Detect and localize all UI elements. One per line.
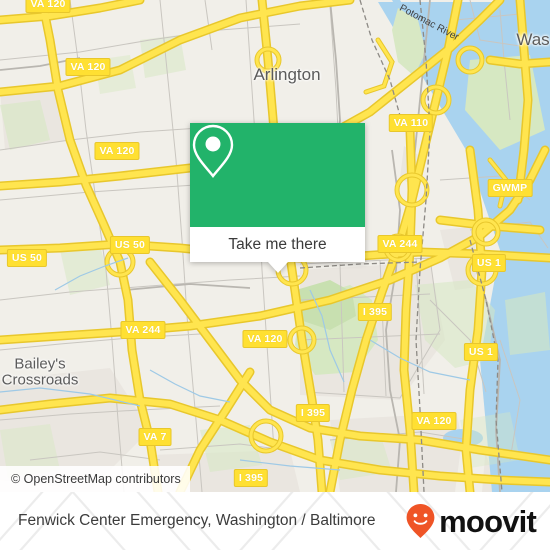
road-shield: US 50: [6, 249, 48, 267]
location-title: Fenwick Center Emergency, Washington / B…: [18, 512, 376, 530]
moovit-map-screenshot: Arlington Was Bailey's Crossroads Potoma…: [0, 0, 550, 550]
map-canvas[interactable]: Arlington Was Bailey's Crossroads Potoma…: [0, 0, 550, 492]
road-shield: VA 120: [65, 58, 111, 76]
road-shield: VA 244: [120, 321, 166, 339]
road-shield: VA 110: [388, 114, 434, 132]
moovit-pin-face-icon: [406, 504, 435, 538]
road-shield: VA 244: [377, 235, 423, 253]
road-shield: I 395: [233, 469, 269, 487]
road-shield: I 395: [357, 303, 393, 321]
location-popup-card[interactable]: Take me there: [190, 123, 365, 273]
map-pin-icon: [192, 124, 234, 178]
road-shield: GWMP: [487, 179, 533, 197]
map-attribution[interactable]: © OpenStreetMap contributors: [0, 466, 190, 492]
road-shield: I 395: [295, 404, 331, 422]
footer-bar: Fenwick Center Emergency, Washington / B…: [0, 492, 550, 550]
road-shield: VA 120: [242, 330, 288, 348]
road-shield: VA 7: [138, 428, 172, 446]
road-shield: VA 120: [411, 412, 457, 430]
moovit-logo[interactable]: moovit: [405, 503, 537, 539]
road-shield: VA 120: [25, 0, 71, 13]
road-shield: US 50: [109, 236, 151, 254]
place-label-baileys-crossroads: Bailey's Crossroads: [1, 355, 79, 388]
moovit-wordmark: moovit: [439, 503, 537, 539]
popup-pointer-tail: [268, 262, 288, 273]
road-shield: US 1: [463, 343, 499, 361]
place-label-arlington: Arlington: [253, 65, 321, 84]
place-label-washington: Was: [516, 30, 550, 49]
popup-icon-area: [190, 123, 365, 227]
road-shield: VA 120: [94, 142, 140, 160]
attribution-text: © OpenStreetMap contributors: [11, 471, 181, 486]
take-me-there-button[interactable]: Take me there: [190, 227, 365, 262]
road-shield: US 1: [471, 254, 507, 272]
take-me-there-label: Take me there: [228, 235, 327, 253]
